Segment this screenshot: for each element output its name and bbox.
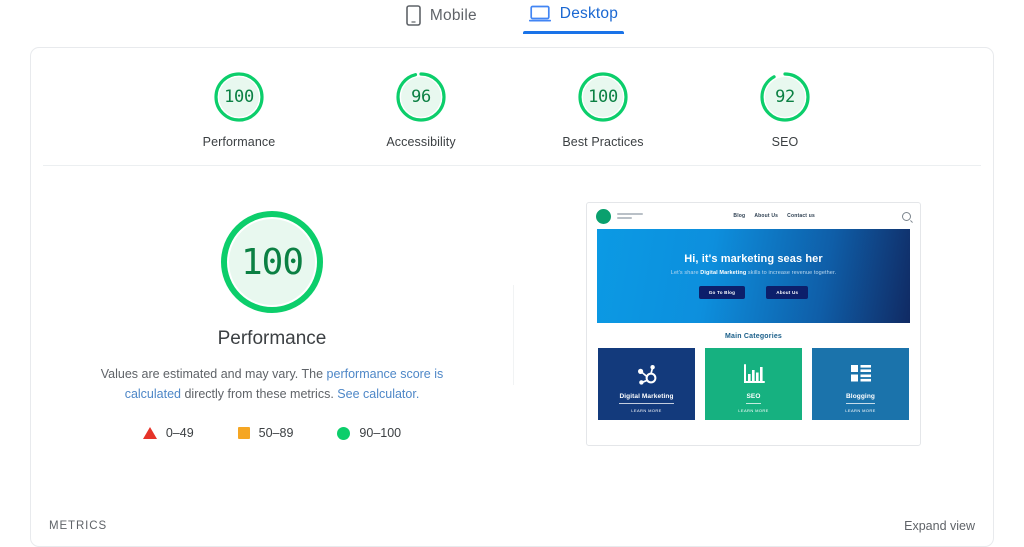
score-item-best-practices[interactable]: 100 Best Practices bbox=[543, 70, 663, 149]
mobile-phone-icon bbox=[406, 5, 421, 26]
performance-main-gauge: 100 bbox=[216, 206, 328, 318]
hero-sub-post: skills to increase revenue together. bbox=[746, 270, 837, 276]
desktop-monitor-icon bbox=[528, 5, 551, 23]
score-label-performance: Performance bbox=[202, 135, 276, 149]
thumbnail-nav-links: Blog About Us Contact us bbox=[733, 211, 911, 221]
score-label-accessibility: Accessibility bbox=[386, 135, 456, 149]
category-score-row: 100 Performance 96 Accessibility 100 Bes… bbox=[43, 48, 981, 166]
tab-mobile[interactable]: Mobile bbox=[400, 2, 483, 37]
performance-heading: Performance bbox=[217, 328, 327, 349]
lighthouse-report-card: 100 Performance 96 Accessibility 100 Bes… bbox=[30, 47, 994, 547]
category-card-seo: SEO LEARN MORE bbox=[705, 348, 802, 420]
category-cta-digital-marketing: LEARN MORE bbox=[631, 408, 662, 413]
metrics-footer-row: METRICS Expand view bbox=[31, 506, 993, 546]
hero-title: Hi, it's marketing seas her bbox=[684, 253, 823, 265]
performance-main-score: 100 bbox=[240, 241, 304, 283]
see-calculator-link[interactable]: See calculator. bbox=[337, 387, 419, 401]
category-card-blogging: Blogging LEARN MORE bbox=[812, 348, 909, 420]
final-screenshot-thumbnail[interactable]: Blog About Us Contact us Hi, it's market… bbox=[586, 202, 921, 446]
score-gauge-best-practices: 100 bbox=[576, 70, 630, 124]
category-card-group: Digital Marketing LEARN MORE SEO LEARN M… bbox=[587, 348, 920, 420]
thumbnail-site-nav: Blog About Us Contact us bbox=[587, 203, 920, 229]
hero-sub-pre: Let's share bbox=[670, 270, 701, 276]
device-tab-strip: Mobile Desktop bbox=[0, 0, 1024, 39]
nav-link-contact-us: Contact us bbox=[787, 213, 815, 219]
tab-desktop[interactable]: Desktop bbox=[522, 2, 625, 34]
score-gauge-performance: 100 bbox=[212, 70, 266, 124]
performance-summary-column: 100 Performance Values are estimated and… bbox=[31, 200, 513, 446]
main-categories-heading: Main Categories bbox=[724, 333, 783, 340]
performance-detail-section: 100 Performance Values are estimated and… bbox=[31, 166, 993, 446]
page-screenshot-column: Blog About Us Contact us Hi, it's market… bbox=[514, 200, 993, 446]
category-name-blogging: Blogging bbox=[846, 393, 875, 404]
category-name-digital-marketing: Digital Marketing bbox=[619, 393, 674, 404]
metrics-section-label: METRICS bbox=[49, 520, 108, 532]
score-value-accessibility: 96 bbox=[411, 87, 431, 107]
site-logo-icon bbox=[596, 208, 611, 224]
hero-button-group: Go To Blog About Us bbox=[698, 286, 809, 299]
score-item-seo[interactable]: 92 SEO bbox=[725, 70, 845, 149]
expand-view-button[interactable]: Expand view bbox=[904, 519, 975, 533]
hero-subtitle: Let's share Digital Marketing skills to … bbox=[671, 270, 836, 276]
disclaimer-text-part2: directly from these metrics. bbox=[184, 387, 338, 401]
score-label-seo: SEO bbox=[771, 135, 799, 149]
category-cta-seo: LEARN MORE bbox=[738, 408, 769, 413]
hero-sub-bold: Digital Marketing bbox=[700, 270, 747, 276]
circle-pass-icon bbox=[337, 426, 351, 440]
legend-range-average: 50–89 bbox=[258, 426, 294, 440]
category-cta-blogging: LEARN MORE bbox=[845, 408, 876, 413]
triangle-fail-icon bbox=[142, 427, 157, 439]
category-card-digital-marketing: Digital Marketing LEARN MORE bbox=[598, 348, 695, 420]
bar-chart-icon bbox=[705, 363, 802, 385]
thumbnail-hero-banner: Hi, it's marketing seas her Let's share … bbox=[597, 229, 910, 323]
score-gauge-seo: 92 bbox=[758, 70, 812, 124]
list-layout-icon bbox=[812, 363, 909, 383]
search-icon bbox=[902, 211, 911, 221]
nav-link-about-us: About Us bbox=[754, 213, 779, 219]
site-logo-wordmark bbox=[617, 213, 643, 219]
performance-disclaimer: Values are estimated and may vary. The p… bbox=[72, 364, 472, 404]
sprocket-icon bbox=[598, 363, 695, 387]
square-average-icon bbox=[237, 427, 250, 439]
category-name-seo: SEO bbox=[746, 393, 761, 404]
legend-item-pass: 90–100 bbox=[337, 426, 401, 440]
legend-range-pass: 90–100 bbox=[359, 426, 402, 440]
legend-range-fail: 0–49 bbox=[165, 426, 194, 440]
score-gauge-accessibility: 96 bbox=[394, 70, 448, 124]
legend-item-fail: 0–49 bbox=[142, 426, 194, 440]
hero-button-go-to-blog: Go To Blog bbox=[698, 286, 746, 299]
score-value-seo: 92 bbox=[775, 87, 795, 107]
tab-desktop-label: Desktop bbox=[559, 5, 619, 22]
score-legend: 0–49 50–89 90–100 bbox=[31, 426, 513, 440]
nav-link-blog: Blog bbox=[733, 213, 746, 219]
score-item-accessibility[interactable]: 96 Accessibility bbox=[361, 70, 481, 149]
disclaimer-text-part1: Values are estimated and may vary. The bbox=[100, 367, 327, 381]
score-label-best-practices: Best Practices bbox=[562, 135, 644, 149]
score-value-best-practices: 100 bbox=[588, 87, 618, 107]
score-item-performance[interactable]: 100 Performance bbox=[179, 70, 299, 149]
score-value-performance: 100 bbox=[224, 87, 254, 107]
hero-button-about-us: About Us bbox=[766, 286, 809, 299]
tab-mobile-label: Mobile bbox=[429, 6, 477, 24]
legend-item-average: 50–89 bbox=[237, 426, 294, 440]
